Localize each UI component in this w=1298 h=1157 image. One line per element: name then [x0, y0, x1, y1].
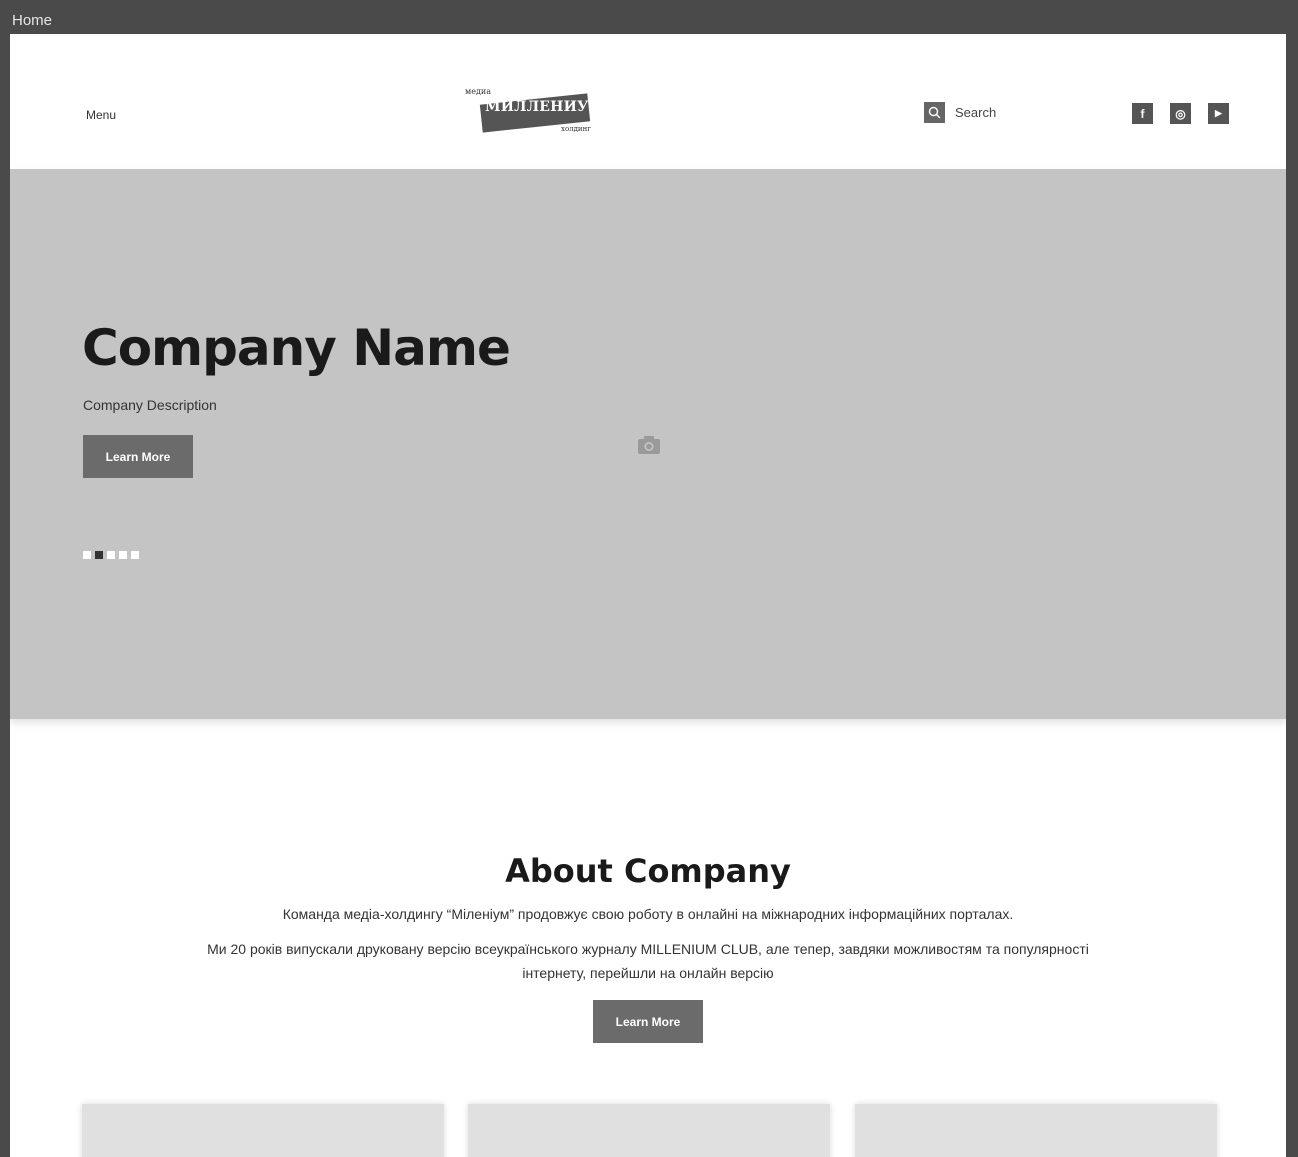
cards-row [82, 1104, 1217, 1157]
about-paragraph-1: Команда медіа-холдингу “Міленіум” продов… [282, 906, 1014, 922]
card[interactable] [855, 1104, 1217, 1157]
hero-title: Company Name [82, 319, 511, 377]
hero-description: Company Description [83, 397, 217, 413]
slider-dot[interactable] [131, 551, 139, 559]
hero-learn-more-button[interactable]: Learn More [83, 435, 193, 478]
youtube-icon[interactable]: ▶ [1208, 103, 1229, 124]
card[interactable] [82, 1104, 444, 1157]
frame-label: Home [12, 12, 53, 29]
instagram-icon[interactable]: ◎ [1170, 103, 1191, 124]
camera-icon [637, 435, 661, 459]
search[interactable]: Search [924, 102, 996, 123]
page-frame: Menu медиа МИЛЛЕНИУМ холдинг Search f ◎ … [10, 34, 1286, 1157]
logo-top-text: медиа [465, 87, 491, 96]
social-links: f ◎ ▶ [1132, 103, 1229, 124]
about-title: About Company [505, 852, 791, 890]
search-label[interactable]: Search [955, 105, 996, 120]
announcement-bar [10, 34, 1286, 61]
menu-link[interactable]: Menu [86, 108, 116, 122]
slider-dots [83, 551, 139, 559]
slider-dot-active[interactable] [95, 551, 103, 559]
about-paragraph-2: Ми 20 років випускали друковану версію в… [207, 941, 1089, 981]
about-learn-more-button[interactable]: Learn More [593, 1000, 703, 1043]
hero-slider: Company Name Company Description Learn M… [10, 169, 1286, 719]
logo-sub-text: холдинг [561, 125, 591, 133]
slider-dot[interactable] [119, 551, 127, 559]
slider-dot[interactable] [83, 551, 91, 559]
site-logo[interactable]: медиа МИЛЛЕНИУМ холдинг [465, 87, 615, 143]
search-icon[interactable] [924, 102, 945, 123]
card[interactable] [468, 1104, 830, 1157]
logo-main-text: МИЛЛЕНИУМ [485, 99, 605, 115]
slider-dot[interactable] [107, 551, 115, 559]
site-header: Menu медиа МИЛЛЕНИУМ холдинг Search f ◎ … [10, 61, 1286, 169]
facebook-icon[interactable]: f [1132, 103, 1153, 124]
